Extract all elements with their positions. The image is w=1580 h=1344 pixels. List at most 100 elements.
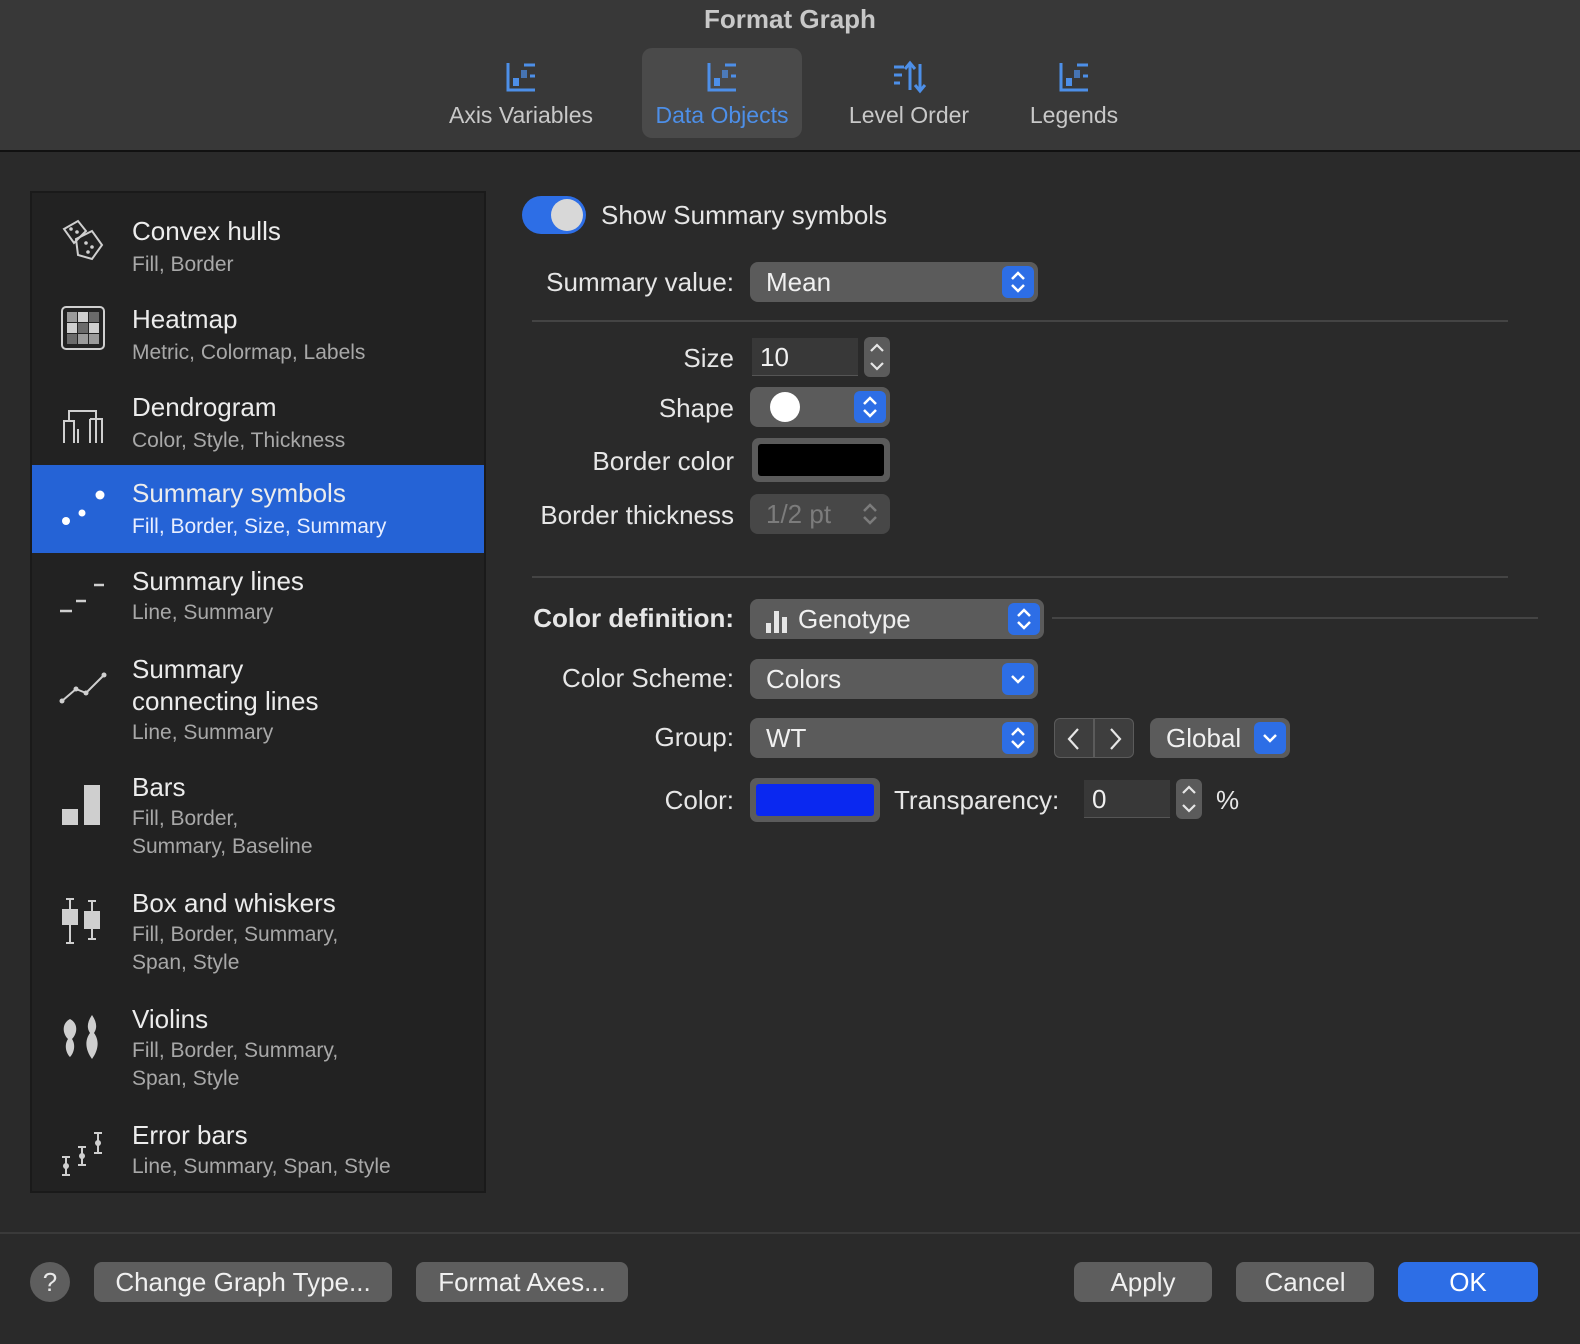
sidebar-item-violins[interactable]: Violins Fill, Border, Summary, Span, Sty… bbox=[32, 991, 484, 1107]
footer-divider bbox=[0, 1232, 1580, 1234]
border-color-well[interactable] bbox=[752, 438, 890, 482]
violins-icon bbox=[63, 1015, 98, 1059]
ok-button[interactable]: OK bbox=[1398, 1262, 1538, 1302]
color-scheme-popup[interactable]: Colors bbox=[750, 659, 1038, 699]
transparency-label: Transparency: bbox=[894, 785, 1060, 815]
format-axes-button[interactable]: Format Axes... bbox=[416, 1262, 628, 1302]
level-order-icon bbox=[894, 60, 926, 94]
data-object-list: Convex hulls Fill, Border Heatmap Metric… bbox=[30, 191, 486, 1193]
dendrogram-icon bbox=[63, 410, 103, 443]
sidebar-item-subtitle: Fill, Border, Summary, bbox=[132, 923, 339, 946]
sidebar-item-summary-lines[interactable]: Summary lines Line, Summary bbox=[32, 553, 484, 641]
shape-label: Shape bbox=[658, 393, 734, 423]
color-swatch bbox=[756, 784, 874, 816]
border-thickness-label: Border thickness bbox=[540, 500, 734, 530]
cancel-button[interactable]: Cancel bbox=[1236, 1262, 1374, 1302]
sidebar-item-heatmap[interactable]: Heatmap Metric, Colormap, Labels bbox=[32, 281, 484, 369]
tab-axis-variables-label: Axis Variables bbox=[448, 102, 594, 128]
sidebar-item-summary-connecting-lines[interactable]: Summary connecting lines Line, Summary bbox=[32, 641, 484, 759]
color-scheme-text: Colors bbox=[766, 664, 842, 694]
sidebar-item-subtitle: Line, Summary bbox=[132, 601, 274, 624]
border-thickness-popup[interactable]: 1/2 pt bbox=[750, 494, 890, 534]
shape-popup[interactable] bbox=[750, 387, 890, 427]
show-summary-symbols-toggle[interactable] bbox=[522, 196, 586, 234]
color-label: Color: bbox=[664, 785, 734, 815]
sidebar-item-subtitle: Fill, Border bbox=[132, 253, 234, 276]
up-down-chevron-icon bbox=[854, 498, 886, 530]
divider bbox=[532, 576, 1508, 578]
tab-axis-variables[interactable]: Axis Variables bbox=[438, 48, 604, 138]
sidebar-item-title: Error bars bbox=[132, 1120, 248, 1150]
sidebar-item-subtitle-line2: Span, Style bbox=[132, 951, 240, 974]
summary-value-label: Summary value: bbox=[546, 267, 734, 297]
error-bars-icon bbox=[62, 1132, 102, 1176]
data-objects-icon bbox=[707, 63, 736, 92]
tab-legends[interactable]: Legends bbox=[1014, 48, 1134, 138]
transparency-field[interactable]: 0 bbox=[1084, 780, 1170, 818]
sidebar-item-subtitle: Fill, Border, bbox=[132, 807, 239, 830]
window-title: Format Graph bbox=[704, 4, 876, 34]
sidebar-item-title: Box and whiskers bbox=[132, 888, 336, 918]
sidebar-item-subtitle-line2: Summary, Baseline bbox=[132, 835, 313, 858]
sidebar-item-title: Convex hulls bbox=[132, 216, 281, 246]
up-down-chevron-icon bbox=[1008, 603, 1040, 635]
help-button[interactable]: ? bbox=[30, 1262, 70, 1302]
heatmap-icon bbox=[61, 306, 105, 350]
tab-level-order-label: Level Order bbox=[848, 102, 970, 128]
scope-text: Global bbox=[1166, 723, 1242, 753]
divider bbox=[1052, 617, 1538, 619]
color-well[interactable] bbox=[750, 778, 880, 822]
chevron-down-icon bbox=[1002, 663, 1034, 695]
size-label: Size bbox=[683, 343, 734, 373]
previous-group-button[interactable] bbox=[1054, 718, 1094, 758]
summary-value-popup[interactable]: Mean bbox=[750, 262, 1038, 302]
color-definition-text: Genotype bbox=[798, 604, 911, 634]
sidebar-item-title: Summary lines bbox=[132, 566, 304, 596]
toolbar: Format Graph Axis Variables Data Objects… bbox=[0, 0, 1580, 152]
color-definition-popup[interactable]: Genotype bbox=[750, 599, 1044, 639]
sidebar-item-title: Dendrogram bbox=[132, 392, 277, 422]
transparency-stepper[interactable] bbox=[1176, 779, 1202, 819]
sidebar-item-dendrogram[interactable]: Dendrogram Color, Style, Thickness bbox=[32, 369, 484, 465]
group-popup[interactable]: WT bbox=[750, 718, 1038, 758]
circle-shape-icon bbox=[770, 392, 800, 422]
sidebar-item-title: Violins bbox=[132, 1004, 209, 1034]
sidebar-item-title: Summary bbox=[132, 654, 244, 684]
sidebar-item-title: Heatmap bbox=[132, 304, 238, 334]
sidebar-item-box-and-whiskers[interactable]: Box and whiskers Fill, Border, Summary, … bbox=[32, 875, 484, 991]
change-graph-type-button[interactable]: Change Graph Type... bbox=[94, 1262, 392, 1302]
color-scheme-label: Color Scheme: bbox=[562, 663, 734, 693]
bars-icon bbox=[62, 785, 100, 825]
legends-icon bbox=[1059, 63, 1088, 92]
sidebar-item-title-line2: connecting lines bbox=[132, 686, 319, 716]
tab-legends-label: Legends bbox=[1029, 102, 1119, 128]
scope-popup[interactable]: Global bbox=[1150, 718, 1290, 758]
sidebar-item-subtitle: Color, Style, Thickness bbox=[132, 429, 346, 452]
up-down-chevron-icon bbox=[1002, 266, 1034, 298]
sidebar-item-subtitle: Metric, Colormap, Labels bbox=[132, 341, 366, 364]
group-text: WT bbox=[766, 723, 807, 753]
size-stepper[interactable] bbox=[864, 337, 890, 377]
tab-data-objects-label: Data Objects bbox=[655, 102, 789, 128]
tab-data-objects[interactable]: Data Objects bbox=[642, 48, 802, 138]
sidebar-item-subtitle: Fill, Border, Summary, bbox=[132, 1039, 339, 1062]
sidebar-item-subtitle: Line, Summary, Span, Style bbox=[132, 1155, 391, 1178]
border-color-swatch bbox=[758, 444, 884, 476]
transparency-unit: % bbox=[1216, 785, 1240, 815]
size-field[interactable]: 10 bbox=[752, 338, 858, 376]
chevron-right-icon bbox=[1110, 728, 1122, 750]
apply-button[interactable]: Apply bbox=[1074, 1262, 1212, 1302]
up-down-chevron-icon bbox=[854, 391, 886, 423]
group-label: Group: bbox=[654, 722, 735, 752]
sidebar-item-summary-symbols[interactable]: Summary symbols Fill, Border, Size, Summ… bbox=[32, 465, 484, 553]
summary-lines-icon bbox=[60, 583, 104, 613]
summary-value-text: Mean bbox=[766, 267, 832, 297]
chevron-down-icon bbox=[1254, 722, 1286, 754]
divider bbox=[532, 320, 1508, 322]
sidebar-item-bars[interactable]: Bars Fill, Border, Summary, Baseline bbox=[32, 759, 484, 875]
tab-level-order[interactable]: Level Order bbox=[838, 48, 980, 138]
sidebar-item-error-bars[interactable]: Error bars Line, Summary, Span, Style bbox=[32, 1107, 484, 1193]
next-group-button[interactable] bbox=[1094, 718, 1134, 758]
sidebar-item-title: Summary symbols bbox=[132, 478, 346, 508]
sidebar-item-convex-hulls[interactable]: Convex hulls Fill, Border bbox=[32, 193, 484, 281]
